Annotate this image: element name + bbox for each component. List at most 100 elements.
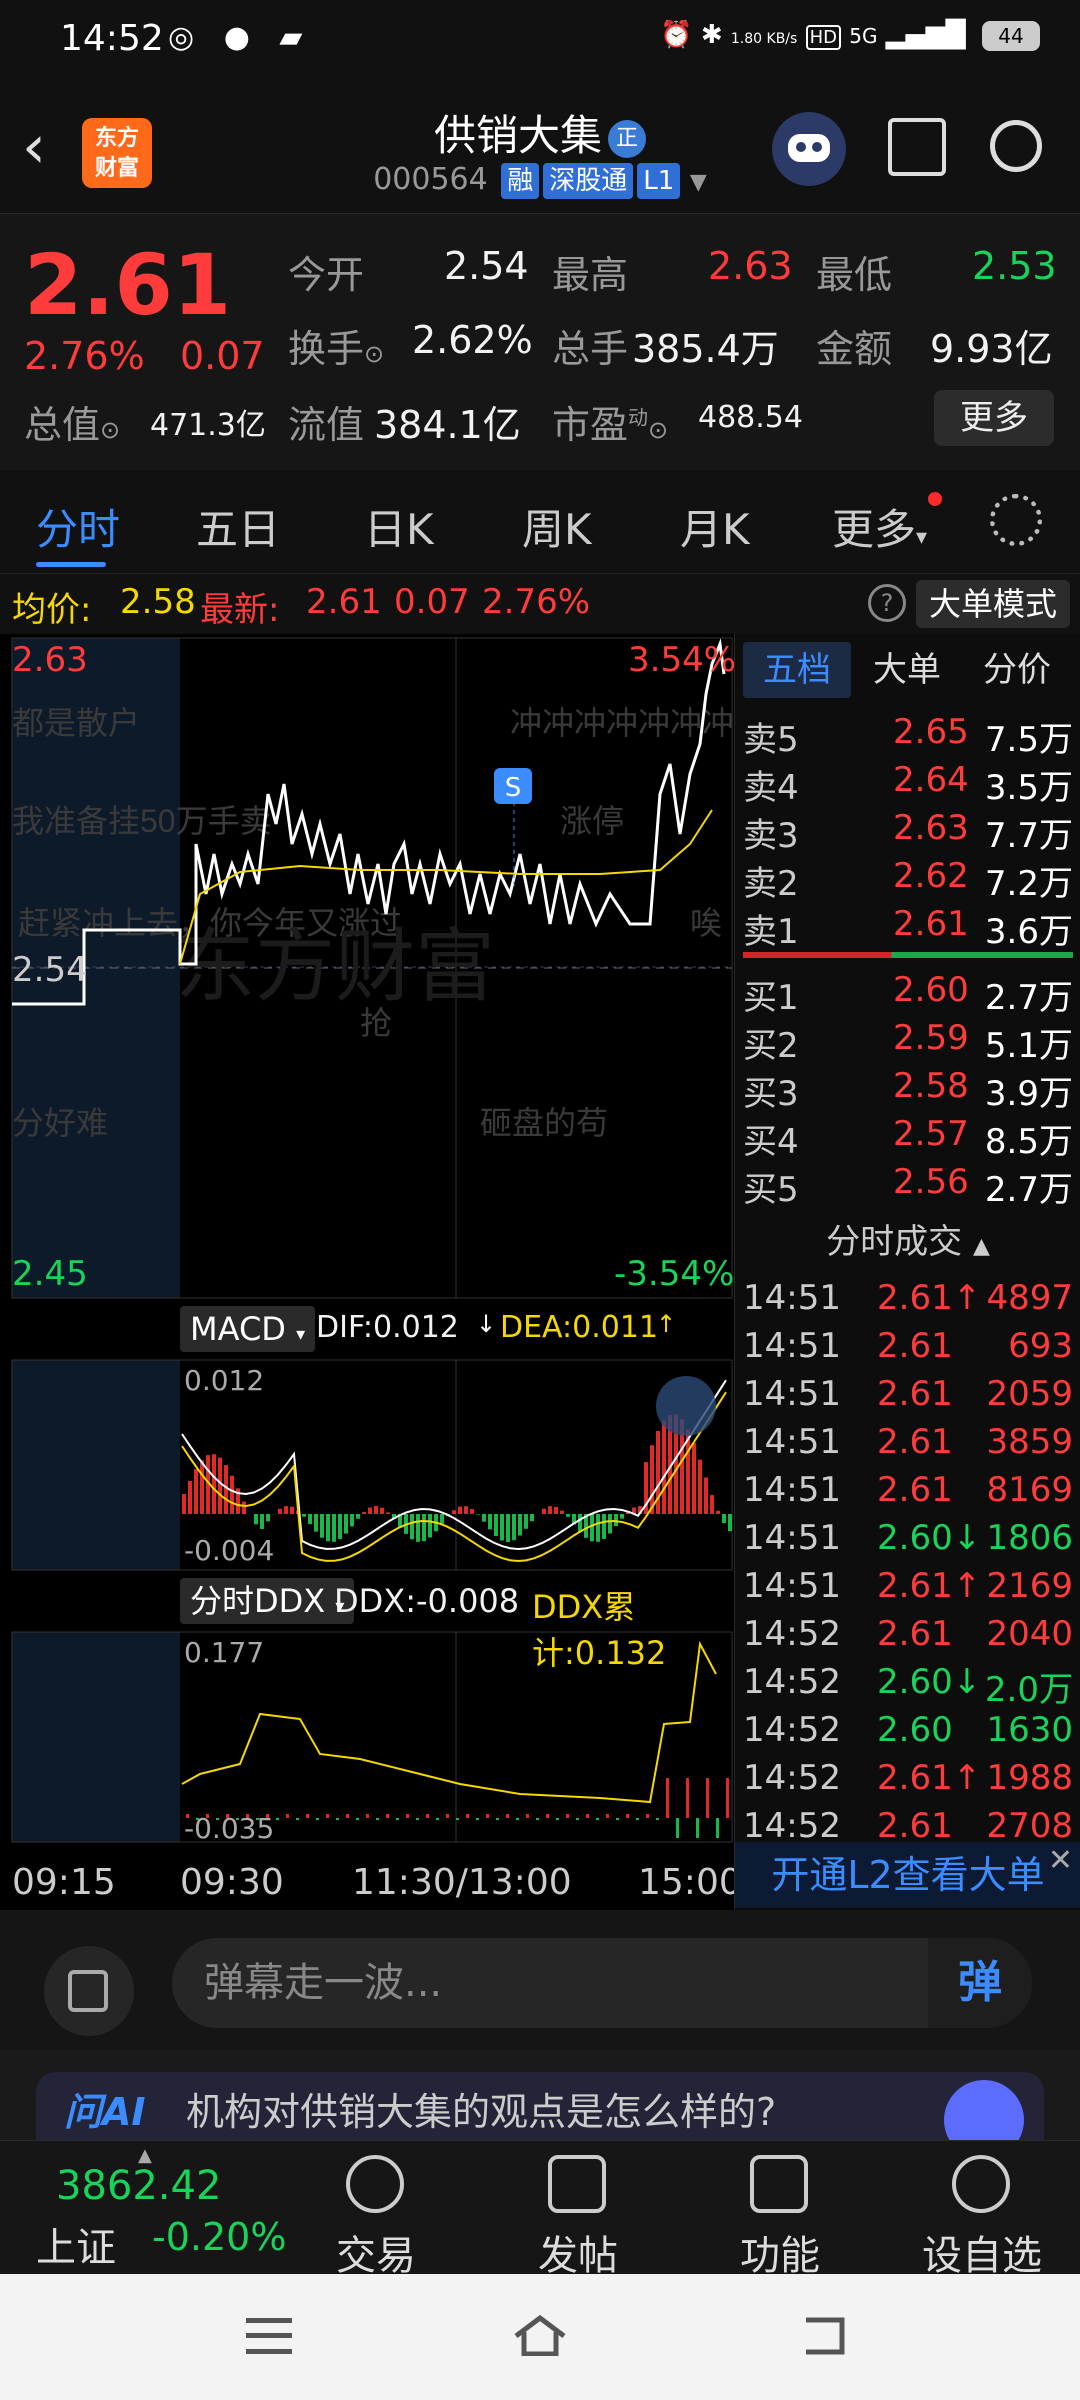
home-icon[interactable]	[514, 2314, 566, 2357]
macd-bar	[620, 1514, 624, 1519]
watermark: 东方财富	[175, 922, 495, 1011]
big-order-mode-button[interactable]: 大单模式	[916, 580, 1070, 628]
status-time: 14:52	[60, 18, 164, 59]
tab-day-k[interactable]: 日K	[364, 496, 434, 557]
time-label-noon: 11:30/13:00	[352, 1862, 572, 1903]
danmaku-settings-icon[interactable]	[44, 1946, 134, 2036]
ask-row[interactable]: 卖4 2.64 3.5万	[743, 760, 1079, 808]
macd-bar	[560, 1510, 564, 1514]
low-label: 最低	[816, 253, 893, 297]
danmaku-send-button[interactable]: 弹	[928, 1938, 1032, 2028]
ask-price: 2.61	[893, 904, 969, 944]
index-name[interactable]: 上证	[36, 2215, 116, 2273]
bid-volume: 3.9万	[984, 1074, 1073, 1114]
trade-volume: 2040	[986, 1614, 1073, 1654]
dropdown-icon: ▼	[689, 170, 707, 195]
tab-week-k[interactable]: 周K	[522, 496, 592, 557]
ask-row[interactable]: 卖1 2.61 3.6万	[743, 904, 1079, 952]
close-icon[interactable]: ✕	[1048, 1828, 1073, 1894]
nav-functions[interactable]: 功能	[710, 2223, 850, 2281]
nav-post[interactable]: 发帖	[508, 2223, 648, 2281]
trades-title[interactable]: 分时成交 ▲	[735, 1214, 1080, 1263]
ai-go-icon[interactable]	[944, 2080, 1024, 2142]
ddx-bar	[446, 1814, 449, 1818]
ask-label: 卖4	[743, 768, 799, 808]
bid-row[interactable]: 买3 2.58 3.9万	[743, 1066, 1079, 1114]
tab-more[interactable]: 更多▾	[832, 496, 927, 557]
ask-row[interactable]: 卖2 2.62 7.2万	[743, 856, 1079, 904]
macd-bar	[524, 1514, 528, 1529]
ddx-bar	[626, 1814, 629, 1818]
help-icon[interactable]: ?	[868, 584, 906, 622]
bid-label: 买1	[743, 978, 799, 1018]
open-value: 2.54	[444, 244, 529, 288]
macd-bar	[602, 1514, 606, 1539]
intraday-chart[interactable]: 都是散户 冲冲冲冲冲冲冲 我准备挂50万手卖 涨停 赶紧冲上去，你今年又涨过唉抢分好难砸…	[0, 634, 736, 1910]
ddx-bar	[646, 1814, 649, 1818]
ddx-bar	[636, 1818, 639, 1820]
tab-five-day[interactable]: 五日	[196, 496, 280, 557]
share-icon[interactable]	[888, 118, 946, 176]
trade-volume: 2.0万	[984, 1670, 1073, 1710]
bid-row[interactable]: 买4 2.57 8.5万	[743, 1114, 1079, 1162]
ask-row[interactable]: 卖3 2.63 7.7万	[743, 808, 1079, 856]
more-button[interactable]: 更多	[934, 390, 1054, 446]
back-icon[interactable]	[800, 2314, 848, 2358]
price-info-line: 均价: 2.58 最新: 2.61 0.07 2.76% ? 大单模式	[0, 574, 1080, 634]
macd-bar	[290, 1506, 294, 1514]
macd-bar	[224, 1465, 228, 1514]
macd-bar	[530, 1514, 534, 1522]
ddx-bar	[596, 1818, 599, 1820]
sell-marker-label: S	[505, 773, 522, 803]
ai-question-card[interactable]: 问AI 机构对供销大集的观点是怎么样的?	[36, 2072, 1044, 2142]
trade-time: 14:51	[743, 1278, 841, 1318]
bid-row[interactable]: 买5 2.56 2.7万	[743, 1162, 1079, 1210]
volume-label: 总手	[552, 327, 629, 371]
tag-margin: 融	[501, 163, 540, 199]
macd-bar	[320, 1514, 324, 1538]
macd-bar	[338, 1514, 342, 1540]
alarm-icon: ⏰	[660, 20, 693, 50]
macd-bar	[470, 1508, 474, 1514]
axis-bottom-pct: -3.54%	[614, 1254, 735, 1294]
macd-bottom-value: -0.004	[184, 1534, 275, 1567]
ask-label: 卖2	[743, 864, 799, 904]
book-tabs: 五档 大单 分价	[735, 642, 1080, 698]
macd-bar	[362, 1512, 366, 1514]
index-value[interactable]: 3862.42	[56, 2163, 221, 2209]
battery-icon: 44	[982, 20, 1040, 51]
expand-icon	[656, 1376, 716, 1436]
tab-five-levels[interactable]: 五档	[743, 642, 851, 698]
bid-row[interactable]: 买1 2.60 2.7万	[743, 970, 1079, 1018]
trade-price: 2.61↑	[877, 1566, 982, 1606]
settings-gear-icon[interactable]	[990, 494, 1042, 546]
tab-big-orders[interactable]: 大单	[873, 642, 941, 698]
trade-time: 14:51	[743, 1422, 841, 1462]
ask-label: 卖5	[743, 720, 799, 760]
trade-icon	[346, 2155, 404, 2213]
macd-histogram	[182, 1414, 732, 1542]
nav-trade[interactable]: 交易	[306, 2223, 446, 2281]
bid-row[interactable]: 买2 2.59 5.1万	[743, 1018, 1079, 1066]
l2-upgrade-banner[interactable]: 开通L2查看大单 ✕	[735, 1842, 1080, 1908]
ai-question-bar: 问AI 机构对供销大集的观点是怎么样的?	[0, 2050, 1080, 2142]
tab-intraday[interactable]: 分时	[36, 496, 120, 557]
tab-price-dist[interactable]: 分价	[983, 642, 1051, 698]
search-icon[interactable]	[990, 120, 1042, 172]
nav-add-watchlist[interactable]: 设自选	[912, 2223, 1052, 2281]
macd-bar	[314, 1514, 318, 1532]
ask-row[interactable]: 卖5 2.65 7.5万	[743, 712, 1079, 760]
bid-volume: 2.7万	[984, 1170, 1073, 1210]
danmaku-input[interactable]: 弹幕走一波...	[172, 1938, 1032, 2028]
index-change[interactable]: -0.20%	[152, 2215, 286, 2259]
robot-assistant-icon[interactable]	[772, 112, 846, 186]
menu-icon[interactable]	[246, 2318, 292, 2354]
ddx-bar	[296, 1818, 299, 1820]
ddx-bar	[316, 1818, 319, 1820]
macd-bar	[518, 1514, 522, 1536]
macd-bar	[326, 1514, 330, 1542]
tab-month-k[interactable]: 月K	[680, 496, 750, 557]
bid-label: 买2	[743, 1026, 799, 1066]
macd-selector[interactable]: MACD ▾	[180, 1306, 316, 1352]
ddx-selector[interactable]: 分时DDX ▾	[180, 1578, 355, 1624]
